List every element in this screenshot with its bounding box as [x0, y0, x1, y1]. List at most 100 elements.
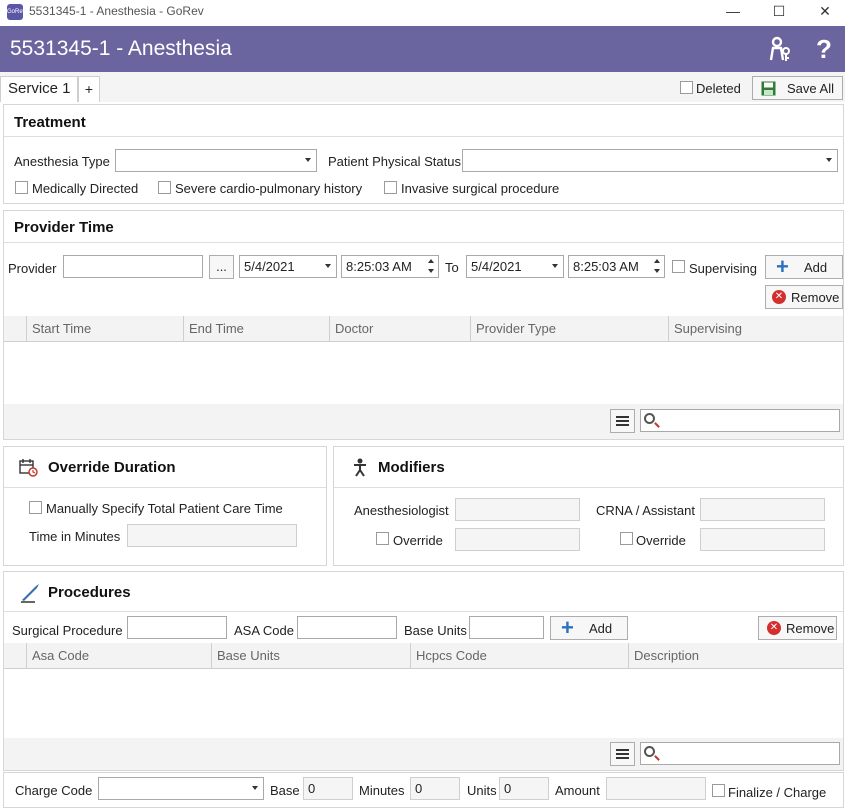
minutes-input[interactable]: 0 [410, 777, 460, 800]
window-title: 5531345-1 - Anesthesia - GoRev [29, 4, 204, 18]
provider-time-panel: Provider Time Provider ... 5/4/2021 8:25… [3, 210, 844, 440]
column-header-base-units[interactable]: Base Units [211, 643, 410, 669]
base-units-input[interactable] [469, 616, 544, 639]
save-all-button[interactable]: Save All [752, 76, 843, 100]
column-header-end-time[interactable]: End Time [183, 316, 329, 342]
crna-input[interactable] [700, 498, 825, 521]
anesthesiologist-override-label: Override [393, 533, 443, 548]
plus-icon: + [776, 254, 789, 279]
start-time-spinner[interactable]: 8:25:03 AM [341, 255, 439, 278]
surgical-procedure-label: Surgical Procedure [12, 623, 123, 638]
spin-up-icon[interactable] [428, 259, 434, 263]
end-date-value: 5/4/2021 [471, 259, 522, 274]
menu-icon [616, 749, 629, 759]
divider [4, 242, 843, 243]
end-date-picker[interactable]: 5/4/2021 [466, 255, 564, 278]
start-time-value: 8:25:03 AM [346, 259, 412, 274]
medically-directed-checkbox[interactable] [15, 181, 28, 194]
surgical-procedure-input[interactable] [127, 616, 227, 639]
to-label: To [445, 260, 459, 275]
spin-down-icon[interactable] [654, 269, 660, 273]
treatment-title: Treatment [14, 114, 86, 131]
anesthesia-type-select[interactable] [115, 149, 317, 172]
time-in-minutes-input[interactable] [127, 524, 297, 547]
anesthesiologist-override-checkbox[interactable] [376, 532, 389, 545]
help-icon[interactable]: ? [816, 34, 832, 65]
crna-override-input[interactable] [700, 528, 825, 551]
end-time-value: 8:25:03 AM [573, 259, 639, 274]
column-menu-button[interactable] [610, 409, 635, 433]
asa-code-input[interactable] [297, 616, 397, 639]
column-header-supervising[interactable]: Supervising [668, 316, 843, 342]
charge-bar: Charge Code Base 0 Minutes 0 Units 0 Amo… [3, 772, 844, 808]
finalize-charge-checkbox[interactable] [712, 784, 725, 797]
provider-grid-header: Start Time End Time Doctor Provider Type… [4, 316, 843, 342]
start-date-picker[interactable]: 5/4/2021 [239, 255, 337, 278]
provider-search-input[interactable] [640, 409, 840, 432]
tab-service-1[interactable]: Service 1 [0, 76, 78, 102]
minutes-label: Minutes [359, 783, 405, 798]
remove-provider-button[interactable]: ✕ Remove [765, 285, 843, 309]
column-header-hcpcs-code[interactable]: Hcpcs Code [410, 643, 628, 669]
scalpel-icon [21, 584, 39, 603]
close-button[interactable]: ✕ [802, 0, 845, 24]
minimize-button[interactable]: — [710, 0, 756, 24]
anesthesiologist-override-input[interactable] [455, 528, 580, 551]
treatment-panel: Treatment Anesthesia Type Patient Physic… [3, 104, 844, 204]
remove-procedure-button[interactable]: ✕ Remove [758, 616, 837, 640]
remove-label: Remove [786, 621, 835, 636]
invasive-procedure-checkbox[interactable] [384, 181, 397, 194]
divider [4, 611, 843, 612]
charge-code-label: Charge Code [15, 783, 93, 798]
procedures-grid-footer [4, 738, 843, 770]
column-menu-button[interactable] [610, 742, 635, 766]
deleted-label: Deleted [696, 81, 741, 96]
add-label: Add [589, 621, 613, 636]
spin-down-icon[interactable] [428, 269, 434, 273]
supervising-checkbox[interactable] [672, 260, 685, 273]
manual-total-time-checkbox[interactable] [29, 501, 42, 514]
search-icon [644, 746, 655, 757]
base-input[interactable]: 0 [303, 777, 353, 800]
patient-status-select[interactable] [462, 149, 838, 172]
maximize-button[interactable]: ☐ [756, 0, 802, 24]
supervising-label: Supervising [689, 261, 757, 276]
column-header-description[interactable]: Description [628, 643, 843, 669]
severe-cardio-label: Severe cardio-pulmonary history [175, 181, 363, 196]
column-header-asa-code[interactable]: Asa Code [26, 643, 211, 669]
severe-cardio-checkbox[interactable] [158, 181, 171, 194]
add-label: Add [804, 260, 828, 275]
anesthesiologist-input[interactable] [455, 498, 580, 521]
app-header: 5531345-1 - Anesthesia ? [0, 26, 845, 72]
crna-override-checkbox[interactable] [620, 532, 633, 545]
procedures-panel: Procedures Surgical Procedure ASA Code B… [3, 571, 844, 771]
column-header-doctor[interactable]: Doctor [329, 316, 470, 342]
units-input[interactable]: 0 [499, 777, 549, 800]
column-header-provider-type[interactable]: Provider Type [470, 316, 668, 342]
units-label: Units [467, 783, 497, 798]
invasive-procedure-label: Invasive surgical procedure [401, 181, 560, 196]
spin-up-icon[interactable] [654, 259, 660, 263]
deleted-checkbox[interactable] [680, 81, 693, 94]
procedures-search-input[interactable] [640, 742, 840, 765]
column-header-start-time[interactable]: Start Time [26, 316, 183, 342]
end-time-spinner[interactable]: 8:25:03 AM [568, 255, 665, 278]
save-icon [761, 81, 776, 96]
divider [4, 487, 326, 488]
add-provider-button[interactable]: + Add [765, 255, 843, 279]
provider-browse-button[interactable]: ... [209, 255, 234, 279]
remove-label: Remove [791, 290, 840, 305]
remove-icon: ✕ [772, 290, 786, 304]
tab-bar: Service 1 + Deleted Save All [0, 72, 845, 102]
amount-input[interactable] [606, 777, 706, 800]
add-tab-button[interactable]: + [78, 76, 100, 102]
add-procedure-button[interactable]: + Add [550, 616, 628, 640]
users-key-icon[interactable] [768, 36, 792, 69]
charge-code-select[interactable] [98, 777, 264, 800]
time-in-minutes-label: Time in Minutes [29, 529, 121, 544]
amount-label: Amount [555, 783, 600, 798]
provider-input[interactable] [63, 255, 203, 278]
divider [334, 487, 843, 488]
plus-icon: + [561, 615, 574, 640]
patient-status-label: Patient Physical Status [328, 154, 461, 169]
